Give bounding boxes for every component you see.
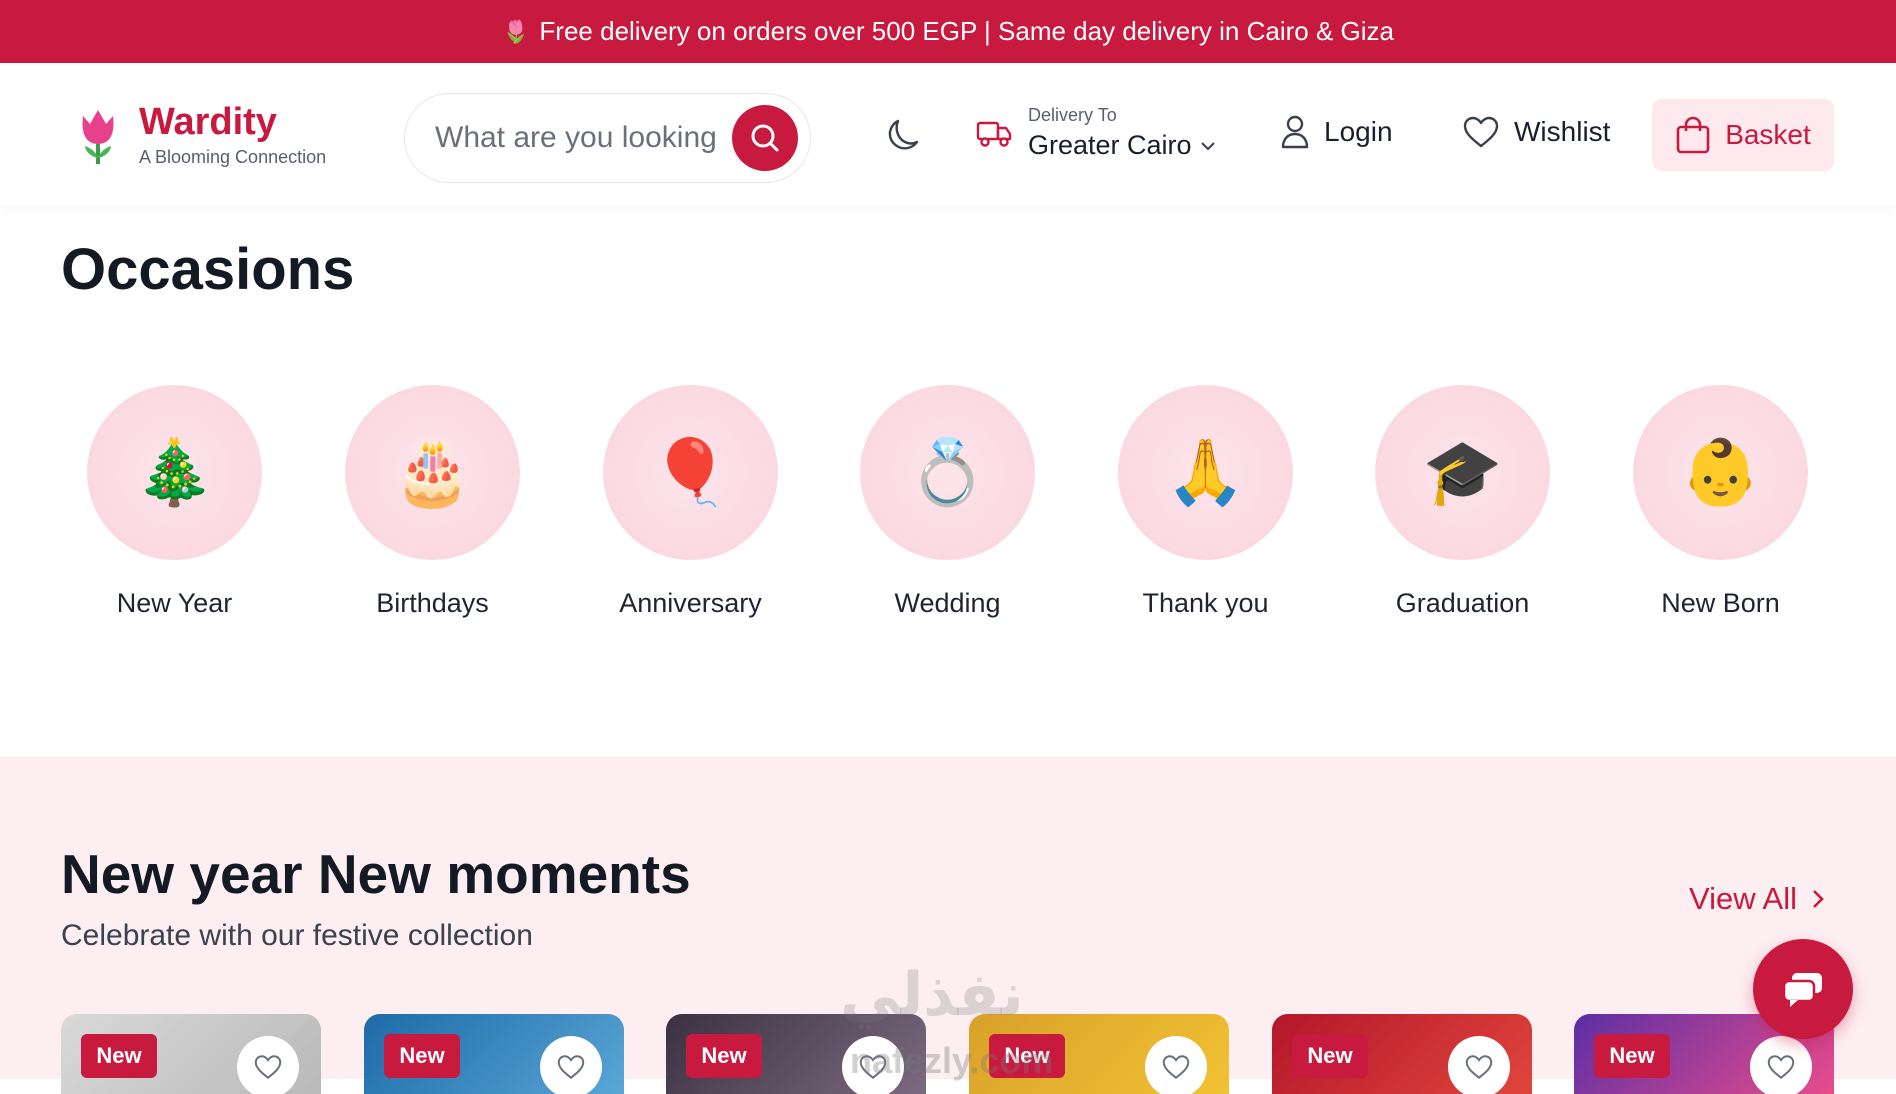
shopping-bag-icon	[1676, 116, 1710, 154]
christmas-tree-icon: 🎄	[87, 385, 262, 560]
add-to-wishlist-button[interactable]	[1750, 1036, 1812, 1094]
new-badge: New	[1292, 1034, 1368, 1078]
promo-text: Free delivery on orders over 500 EGP | S…	[539, 16, 1394, 46]
delivery-label: Delivery To	[1028, 105, 1117, 125]
heart-icon	[1767, 1055, 1795, 1079]
heart-icon	[254, 1055, 282, 1079]
heart-icon	[1465, 1055, 1493, 1079]
occasion-label: New Born	[1661, 588, 1780, 618]
heart-icon	[1463, 116, 1499, 148]
occasion-new-year[interactable]: 🎄 New Year	[87, 385, 262, 619]
ring-icon: 💍	[860, 385, 1035, 560]
occasion-thank-you[interactable]: 🙏 Thank you	[1118, 385, 1293, 619]
login-label: Login	[1324, 116, 1393, 147]
login-button[interactable]: Login	[1280, 115, 1393, 149]
new-badge: New	[686, 1034, 762, 1078]
tulip-logo-icon	[82, 109, 114, 164]
site-header: Wardity A Blooming Connection Delivery T…	[0, 63, 1896, 206]
product-card[interactable]: New	[364, 1014, 624, 1094]
heart-icon	[1162, 1055, 1190, 1079]
wishlist-button[interactable]: Wishlist	[1462, 115, 1610, 149]
add-to-wishlist-button[interactable]	[1448, 1036, 1510, 1094]
basket-button[interactable]: Basket	[1652, 99, 1834, 171]
add-to-wishlist-button[interactable]	[237, 1036, 299, 1094]
search-icon	[751, 124, 779, 152]
baby-icon: 👶	[1633, 385, 1808, 560]
search-button[interactable]	[732, 105, 798, 171]
add-to-wishlist-button[interactable]	[1145, 1036, 1207, 1094]
new-badge: New	[1594, 1034, 1670, 1078]
occasion-label: Wedding	[894, 588, 1001, 618]
view-all-link[interactable]: View All	[1689, 881, 1825, 917]
watermark-arabic: نفذلي	[840, 961, 1024, 1028]
delivery-location-selector[interactable]: Delivery To Greater Cairo	[976, 105, 1216, 161]
chevron-down-icon	[1200, 141, 1215, 150]
occasion-graduation[interactable]: 🎓 Graduation	[1375, 385, 1550, 619]
brand-name: Wardity	[139, 101, 277, 143]
collection-title: New year New moments	[61, 843, 691, 905]
wishlist-label: Wishlist	[1514, 116, 1611, 147]
new-badge: New	[81, 1034, 157, 1078]
chevron-right-icon	[1813, 890, 1824, 908]
dark-mode-toggle-icon[interactable]	[884, 118, 920, 154]
folded-hands-icon: 🙏	[1118, 385, 1293, 560]
balloon-icon: 🎈	[603, 385, 778, 560]
view-all-label: View All	[1689, 881, 1797, 916]
graduation-cap-icon: 🎓	[1375, 385, 1550, 560]
occasion-label: New Year	[116, 588, 233, 618]
search-input[interactable]	[435, 121, 725, 155]
user-icon	[1281, 115, 1309, 149]
product-card[interactable]: New	[61, 1014, 321, 1094]
logo[interactable]: Wardity A Blooming Connection	[75, 103, 326, 168]
delivery-city: Greater Cairo	[1028, 130, 1192, 160]
basket-label: Basket	[1725, 119, 1811, 150]
occasion-label: Anniversary	[619, 588, 762, 618]
collection-subtitle: Celebrate with our festive collection	[61, 919, 533, 952]
occasion-new-born[interactable]: 👶 New Born	[1633, 385, 1808, 619]
occasion-label: Birthdays	[376, 588, 489, 618]
occasions-heading: Occasions	[61, 237, 355, 302]
occasion-wedding[interactable]: 💍 Wedding	[860, 385, 1035, 619]
product-card[interactable]: New	[1272, 1014, 1532, 1094]
chat-bubble-icon	[1782, 973, 1822, 1007]
occasion-label: Thank you	[1142, 588, 1269, 618]
brand-tagline: A Blooming Connection	[139, 147, 327, 167]
new-badge: New	[384, 1034, 460, 1078]
occasion-birthdays[interactable]: 🎂 Birthdays	[345, 385, 520, 619]
watermark-url: nafezly.com	[850, 1040, 1054, 1081]
promo-banner: 🌷 Free delivery on orders over 500 EGP |…	[0, 0, 1896, 63]
heart-icon	[557, 1055, 585, 1079]
search-bar	[404, 93, 811, 183]
occasion-anniversary[interactable]: 🎈 Anniversary	[603, 385, 778, 619]
occasion-label: Graduation	[1395, 588, 1530, 618]
truck-icon	[976, 121, 1012, 147]
birthday-cake-icon: 🎂	[345, 385, 520, 560]
new-year-collection: New year New moments Celebrate with our …	[0, 757, 1896, 1094]
chat-support-button[interactable]	[1753, 939, 1853, 1039]
tulip-icon: 🌷	[502, 18, 530, 44]
add-to-wishlist-button[interactable]	[540, 1036, 602, 1094]
